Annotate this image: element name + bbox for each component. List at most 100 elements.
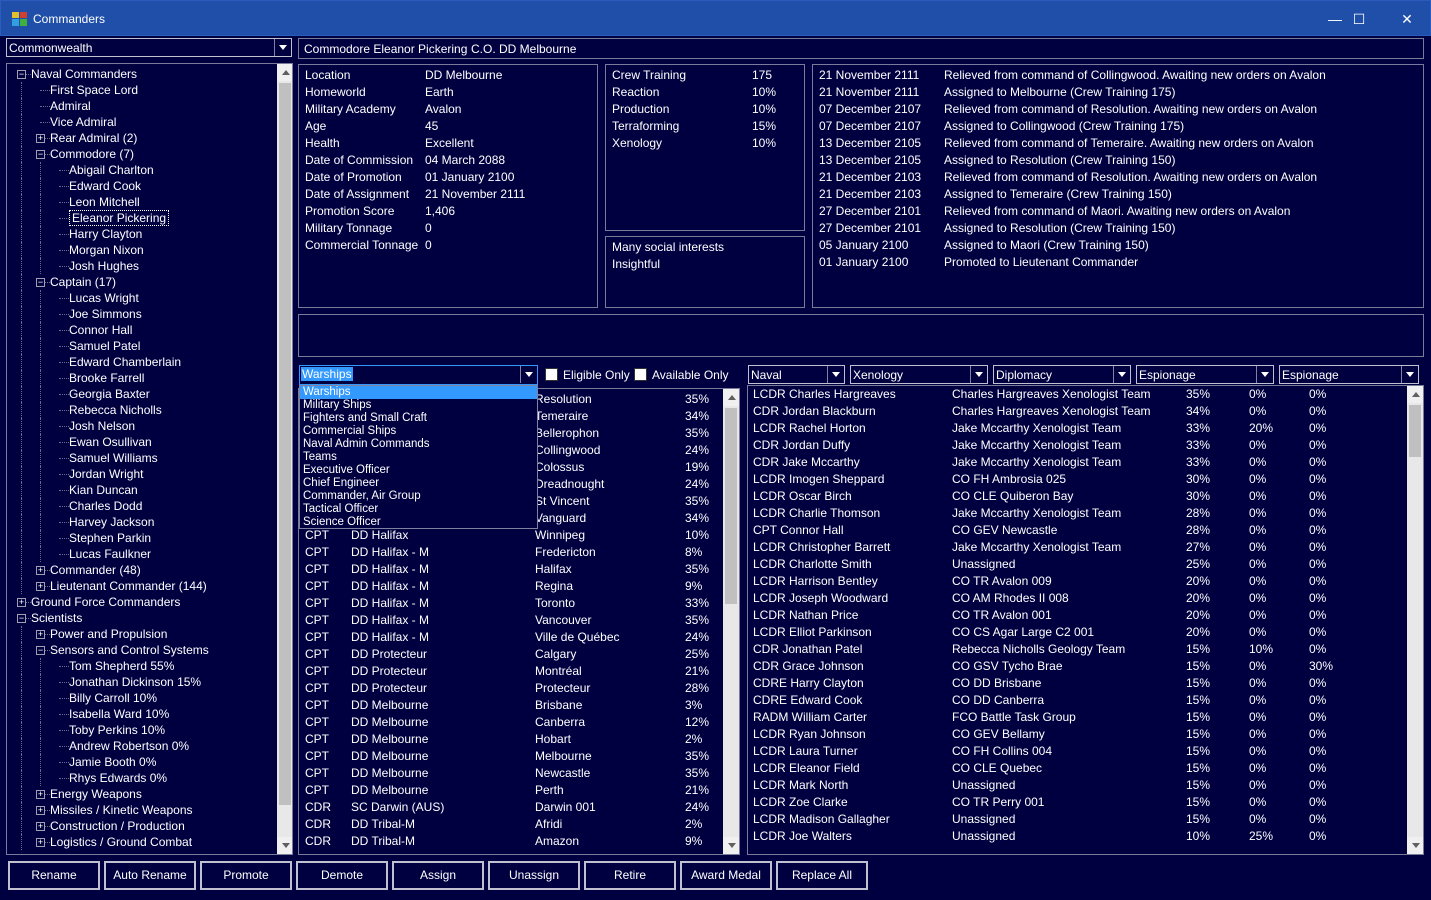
tree-node[interactable]: Lucas Wright — [69, 290, 139, 306]
table-row[interactable]: LCDR Madison Gallagher Unassigned 15% 0% 0% — [748, 811, 1406, 828]
ship-type-select[interactable]: Warships — [299, 365, 538, 385]
tree-node[interactable]: Joe Simmons — [69, 306, 142, 322]
available-only-checkbox[interactable] — [634, 368, 647, 381]
tree-node[interactable]: Commodore (7) — [50, 146, 134, 162]
tree-node[interactable]: Connor Hall — [69, 322, 132, 338]
tree-node[interactable]: Morgan Nixon — [69, 242, 144, 258]
table-row[interactable]: CDR Jordan Blackburn Charles Hargreaves X… — [748, 403, 1406, 420]
tree-node[interactable]: Jordan Wright — [69, 466, 143, 482]
tree-node[interactable]: Rear Admiral (2) — [50, 130, 137, 146]
tree-node[interactable]: Naval Commanders — [31, 66, 137, 82]
tree-node[interactable]: Admiral — [50, 98, 91, 114]
officers-scrollbar[interactable] — [1407, 386, 1423, 854]
tree-node[interactable]: Toby Perkins 10% — [69, 722, 165, 738]
tree-node[interactable]: Samuel Patel — [69, 338, 140, 354]
table-row[interactable]: LCDR Charlotte Smith Unassigned 25% 0% 0% — [748, 556, 1406, 573]
tree-node[interactable]: Andrew Robertson 0% — [69, 738, 189, 754]
officer-filter-select[interactable]: Xenology — [850, 365, 988, 384]
table-row[interactable]: CPT DD Halifax - M Ville de Québec 24% — [299, 629, 723, 646]
tree-node[interactable]: Power and Propulsion — [50, 626, 167, 642]
maximize-button[interactable]: ☐ — [1336, 1, 1382, 37]
plus-box-icon[interactable]: + — [36, 566, 45, 575]
table-row[interactable]: CDR Jake Mccarthy Jake Mccarthy Xenologis… — [748, 454, 1406, 471]
table-row[interactable]: LCDR Christopher Barrett Jake Mccarthy Xe… — [748, 539, 1406, 556]
scroll-down-icon[interactable] — [1407, 837, 1423, 854]
auto-rename-button[interactable]: Auto Rename — [104, 861, 196, 890]
dropdown-option[interactable]: Commander, Air Group — [300, 490, 537, 503]
tree-node[interactable]: Logistics / Ground Combat — [50, 834, 192, 850]
replace-all-button[interactable]: Replace All — [776, 861, 868, 890]
table-row[interactable]: CPT DD Melbourne Melbourne 35% — [299, 748, 723, 765]
plus-box-icon[interactable]: + — [36, 630, 45, 639]
tree-node[interactable]: Eleanor Pickering — [69, 210, 170, 226]
faction-select[interactable]: Commonwealth — [6, 38, 292, 57]
tree-node[interactable]: Abigail Charlton — [69, 162, 154, 178]
officer-filter-select[interactable]: Diplomacy — [993, 365, 1131, 384]
tree-node[interactable]: Vice Admiral — [50, 114, 116, 130]
dropdown-option[interactable]: Fighters and Small Craft — [300, 412, 537, 425]
tree-node[interactable]: Rebecca Nicholls — [69, 402, 162, 418]
table-row[interactable]: CDR Grace Johnson CO GSV Tycho Brae 15% 0% 3… — [748, 658, 1406, 675]
table-row[interactable]: CPT DD Halifax - M Toronto 33% — [299, 595, 723, 612]
table-row[interactable]: LCDR Joe Walters Unassigned 10% 25% 0% — [748, 828, 1406, 845]
demote-button[interactable]: Demote — [296, 861, 388, 890]
table-row[interactable]: CDR DD Tribal-M Amazon 9% — [299, 833, 723, 850]
officers-list[interactable]: LCDR Charles Hargreaves Charles Hargreave… — [747, 385, 1424, 855]
dropdown-option[interactable]: Chief Engineer — [300, 477, 537, 490]
tree-node[interactable]: Commander (48) — [50, 562, 141, 578]
dropdown-option[interactable]: Teams — [300, 451, 537, 464]
table-row[interactable]: CPT DD Halifax Winnipeg 10% — [299, 527, 723, 544]
ship-type-dropdown[interactable]: Warships Military Ships Fighters and Small… — [299, 385, 538, 529]
table-row[interactable]: CPT DD Melbourne Canberra 12% — [299, 714, 723, 731]
tree-node[interactable]: Isabella Ward 10% — [69, 706, 169, 722]
table-row[interactable]: LCDR Imogen Sheppard CO FH Ambrosia 025 30… — [748, 471, 1406, 488]
table-row[interactable]: LCDR Oscar Birch CO CLE Quiberon Bay 30% 0%… — [748, 488, 1406, 505]
scroll-down-icon[interactable] — [723, 837, 739, 854]
notes-panel[interactable] — [298, 314, 1424, 357]
tree-node[interactable]: Ground Force Commanders — [31, 594, 180, 610]
dropdown-option[interactable]: Military Ships — [300, 399, 537, 412]
tree-node[interactable]: Scientists — [31, 610, 82, 626]
tree-node[interactable]: Lucas Faulkner — [69, 546, 151, 562]
plus-box-icon[interactable]: + — [36, 134, 45, 143]
tree-node[interactable]: Edward Chamberlain — [69, 354, 181, 370]
tree-node[interactable]: Tom Shepherd 55% — [69, 658, 174, 674]
plus-box-icon[interactable]: + — [36, 582, 45, 591]
table-row[interactable]: CPT DD Halifax - M Regina 9% — [299, 578, 723, 595]
tree-node[interactable]: First Space Lord — [50, 82, 138, 98]
minus-box-icon[interactable]: − — [36, 646, 45, 655]
tree-node[interactable]: Georgia Baxter — [69, 386, 150, 402]
ships-scroll-thumb[interactable] — [725, 408, 737, 604]
table-row[interactable]: CPT DD Protecteur Protecteur 28% — [299, 680, 723, 697]
ships-scrollbar[interactable] — [723, 389, 739, 854]
tree-node[interactable]: Billy Carroll 10% — [69, 690, 157, 706]
table-row[interactable]: CPT DD Melbourne Newcastle 35% — [299, 765, 723, 782]
scroll-down-icon[interactable] — [277, 837, 292, 854]
table-row[interactable]: LCDR Ryan Johnson CO GEV Bellamy 15% 0% 0% — [748, 726, 1406, 743]
tree-node[interactable]: Missiles / Kinetic Weapons — [50, 802, 193, 818]
tree-node[interactable]: Lieutenant Commander (144) — [50, 578, 207, 594]
table-row[interactable]: RADM William Carter FCO Battle Task Group… — [748, 709, 1406, 726]
tree-node[interactable]: Josh Hughes — [69, 258, 139, 274]
table-row[interactable]: CDR DD Tribal-M Afridi 2% — [299, 816, 723, 833]
unassign-button[interactable]: Unassign — [488, 861, 580, 890]
table-row[interactable]: CPT DD Protecteur Calgary 25% — [299, 646, 723, 663]
tree-scroll-thumb[interactable] — [279, 83, 291, 805]
officer-filter-select[interactable]: Naval — [748, 365, 845, 384]
tree-node[interactable]: Samuel Williams — [69, 450, 158, 466]
commander-tree[interactable]: − Naval Commanders First Space Lord Admiral… — [6, 63, 293, 855]
tree-node[interactable]: Jamie Booth 0% — [69, 754, 156, 770]
minus-box-icon[interactable]: − — [17, 70, 26, 79]
dropdown-option[interactable]: Executive Officer — [300, 464, 537, 477]
eligible-only-checkbox[interactable] — [545, 368, 558, 381]
table-row[interactable]: LCDR Elliot Parkinson CO CS Agar Large C2… — [748, 624, 1406, 641]
tree-node[interactable]: Jonathan Dickinson 15% — [69, 674, 201, 690]
table-row[interactable]: CPT DD Protecteur Montréal 21% — [299, 663, 723, 680]
scroll-up-icon[interactable] — [1407, 386, 1423, 403]
scroll-up-icon[interactable] — [723, 389, 739, 406]
dropdown-option[interactable]: Science Officer — [300, 516, 537, 529]
tree-node[interactable]: Harry Clayton — [69, 226, 142, 242]
award-medal-button[interactable]: Award Medal — [680, 861, 772, 890]
officer-filter-select[interactable]: Espionage — [1279, 365, 1419, 384]
tree-node[interactable]: Charles Dodd — [69, 498, 142, 514]
